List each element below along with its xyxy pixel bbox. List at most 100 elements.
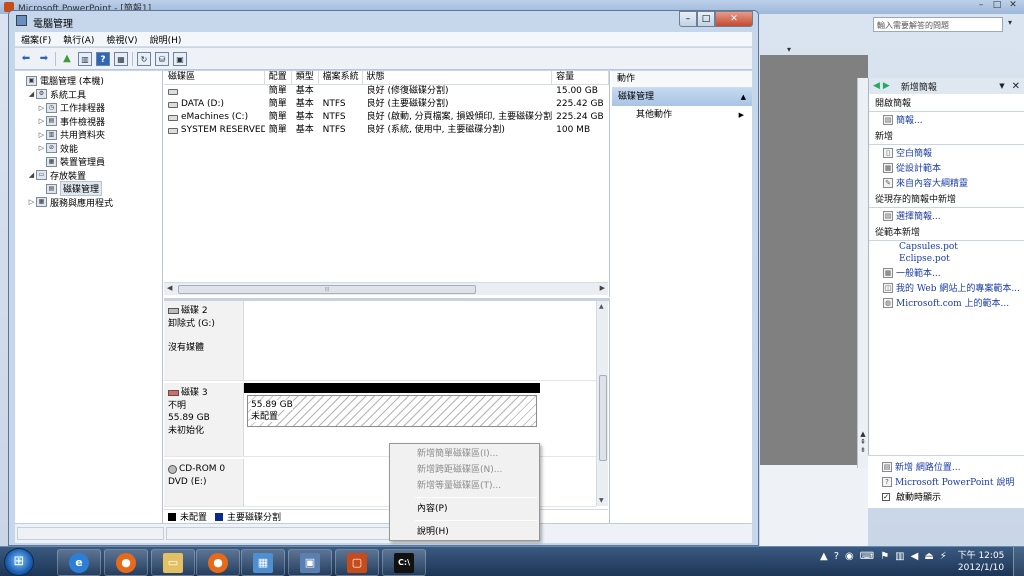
show-on-startup-checkbox[interactable]: ✓ 啟動時顯示 (868, 489, 1024, 504)
action-more-actions[interactable]: 其他動作 ▶ (612, 106, 752, 124)
refresh-icon[interactable]: ↻ (137, 51, 151, 66)
expand-arrow-icon[interactable]: ▷ (37, 104, 46, 112)
chevron-down-icon[interactable]: ▼ (999, 82, 1004, 90)
forward-arrow-icon[interactable]: ➡ (37, 52, 51, 66)
volume-icon[interactable]: ◀ (911, 551, 919, 562)
back-icon[interactable]: ◀ (873, 81, 880, 91)
table-row[interactable]: 簡單 基本 良好 (修復磁碟分割) 15.00 GB (164, 85, 609, 98)
table-row[interactable]: eMachines (C:) 簡單 基本 NTFS 良好 (啟動, 分頁檔案, 損毀傾印… (164, 111, 609, 124)
network-connection-icon[interactable]: ▥ (895, 551, 904, 562)
flag-icon[interactable]: ⚑ (880, 551, 889, 562)
maximize-icon[interactable]: □ (990, 0, 1004, 12)
close-icon[interactable]: ✕ (1006, 0, 1020, 12)
slide-vertical-scrollbar[interactable]: ▲ ⇞ ⇟ (857, 78, 868, 468)
actions-group-disk-management[interactable]: 磁碟管理 ▲ (612, 88, 752, 106)
scroll-up-icon[interactable]: ▲ (858, 430, 868, 438)
table-row[interactable]: SYSTEM RESERVED 簡單 基本 NTFS 良好 (系統, 使用中, 主要磁碟… (164, 124, 609, 137)
taskbar-command-prompt[interactable]: C:\ (382, 549, 426, 576)
tree-item[interactable]: ▣ 電腦管理 (本機) (15, 74, 162, 88)
volume-list-hscrollbar[interactable]: ◀ ⦙⦙⦙ ▶ (164, 282, 608, 295)
taskbar-file-explorer[interactable]: ▭ (151, 549, 195, 576)
minimize-icon[interactable]: – (974, 0, 988, 12)
menu-help[interactable]: 說明(H) (150, 33, 182, 46)
tree-item[interactable]: ▷ ▦ 服務與應用程式 (15, 196, 162, 210)
taskbar-computer-management[interactable]: ▣ (288, 549, 332, 576)
taskbar-firefox-2[interactable]: ● (196, 549, 240, 576)
system-clock[interactable]: 下午 12:05 2012/1/10 (952, 550, 1010, 574)
safely-remove-icon[interactable]: ⏏ (924, 551, 933, 562)
disk-info[interactable]: CD-ROM 0 DVD (E:) (164, 459, 244, 506)
collapse-icon[interactable]: ▲ (741, 88, 746, 106)
expand-arrow-icon[interactable]: ◢ (27, 171, 36, 179)
tree-item[interactable]: ◢ ▭ 存放裝置 (15, 169, 162, 183)
taskbar-powerpoint[interactable]: ▢ (335, 549, 379, 576)
scrollbar-thumb[interactable]: ⦙⦙⦙ (178, 285, 476, 294)
back-arrow-icon[interactable]: ⬅ (19, 52, 33, 66)
show-desktop-button[interactable] (1013, 547, 1024, 576)
tree-item[interactable]: ▤ 磁碟管理 (15, 181, 162, 197)
show-hide-action-pane-icon[interactable]: ▦ (114, 51, 128, 66)
scroll-right-icon[interactable]: ▶ (600, 284, 605, 292)
rescan-disks-icon[interactable]: ⛁ (155, 51, 169, 66)
task-pane-link[interactable]: ▤ 選擇簡報... (869, 208, 1024, 223)
disk-info[interactable]: 磁碟 3 不明 55.89 GB 未初始化 (164, 383, 244, 456)
tree-item[interactable]: ◢ ⚙ 系統工具 (15, 88, 162, 102)
scroll-left-icon[interactable]: ◀ (167, 284, 172, 292)
power-icon[interactable]: ⚡ (940, 551, 947, 562)
toolbar-overflow-icon[interactable]: ▾ (787, 45, 791, 54)
menu-action[interactable]: 執行(A) (63, 33, 94, 46)
forward-icon[interactable]: ▶ (883, 81, 890, 91)
column-header-volume[interactable]: 磁碟區 (164, 71, 265, 84)
tree-item[interactable]: ▷ ▤ 事件檢視器 (15, 115, 162, 129)
minimize-button[interactable]: – (679, 11, 697, 27)
maximize-button[interactable]: □ (697, 11, 715, 27)
help-question-input[interactable]: 輸入需要解答的問題 (873, 17, 1003, 32)
task-pane-link[interactable]: ◫ 我的 Web 網站上的專案範本... (869, 280, 1024, 295)
disk-info[interactable]: 磁碟 2 卸除式 (G:) 沒有媒體 (164, 301, 244, 380)
window-titlebar[interactable]: 電腦管理 – □ ✕ (9, 11, 758, 31)
properties-icon[interactable]: ▣ (173, 51, 187, 66)
column-header-layout[interactable]: 配置 (265, 71, 292, 84)
column-header-type[interactable]: 類型 (292, 71, 319, 84)
task-pane-link[interactable]: Eclipse.pot (869, 253, 1024, 265)
context-menu-item[interactable]: 說明(H) (390, 524, 539, 540)
task-pane-link[interactable]: ▦ 一般範本... (869, 265, 1024, 280)
taskbar-control-panel[interactable]: ▦ (241, 549, 285, 576)
expand-arrow-icon[interactable]: ▷ (37, 144, 46, 152)
network-icon[interactable]: ◉ (845, 551, 854, 562)
task-pane-link[interactable]: ▯ 空白簡報 (869, 145, 1024, 160)
close-button[interactable]: ✕ (715, 11, 753, 27)
tree-item[interactable]: ▷ ▥ 共用資料夾 (15, 128, 162, 142)
tree-item[interactable]: ▦ 裝置管理員 (15, 155, 162, 169)
show-hide-tree-icon[interactable]: ▥ (78, 51, 92, 66)
task-pane-link[interactable]: ◍ Microsoft.com 上的範本... (869, 295, 1024, 310)
expand-arrow-icon[interactable]: ▷ (27, 198, 36, 206)
context-menu-item[interactable]: 內容(P) (390, 501, 539, 517)
table-row[interactable]: DATA (D:) 簡單 基本 NTFS 良好 (主要磁碟分割) 225.42 GB (164, 98, 609, 111)
expand-arrow-icon[interactable]: ◢ (27, 90, 36, 98)
double-up-icon[interactable]: ⇞ (858, 438, 868, 446)
task-pane-link[interactable]: Capsules.pot (869, 241, 1024, 253)
tree-item[interactable]: ▷ ◷ 工作排程器 (15, 101, 162, 115)
column-header-capacity[interactable]: 容量 (552, 71, 610, 84)
task-pane-link[interactable]: ✎ 來自內容大綱精靈 (869, 175, 1024, 190)
menu-view[interactable]: 檢視(V) (106, 33, 137, 46)
task-pane-link[interactable]: ▤ 簡報... (869, 112, 1024, 127)
double-down-icon[interactable]: ⇟ (858, 446, 868, 454)
help-tray-icon[interactable]: ? (834, 551, 839, 562)
column-header-filesystem[interactable]: 檔案系統 (319, 71, 363, 84)
scroll-down-icon[interactable]: ▼ (599, 497, 604, 504)
help-icon[interactable]: ? (96, 51, 110, 66)
menu-file[interactable]: 檔案(F) (21, 33, 51, 46)
show-hidden-icons-icon[interactable]: ▲ (820, 551, 828, 562)
chevron-down-icon[interactable]: ▾ (1003, 18, 1017, 32)
expand-arrow-icon[interactable]: ▷ (37, 117, 46, 125)
start-button[interactable]: ⊞ (4, 548, 34, 576)
task-pane-link[interactable]: ▦ 從設計範本 (869, 160, 1024, 175)
disk-row-disk2[interactable]: 磁碟 2 卸除式 (G:) 沒有媒體 (164, 301, 596, 381)
expand-arrow-icon[interactable]: ▷ (37, 131, 46, 139)
partition-body[interactable]: 55.89 GB 未配置 (247, 395, 537, 427)
taskbar-internet-explorer[interactable]: e (57, 549, 101, 576)
scroll-up-icon[interactable]: ▲ (599, 303, 604, 310)
language-icon[interactable]: ⌨ (860, 551, 874, 562)
